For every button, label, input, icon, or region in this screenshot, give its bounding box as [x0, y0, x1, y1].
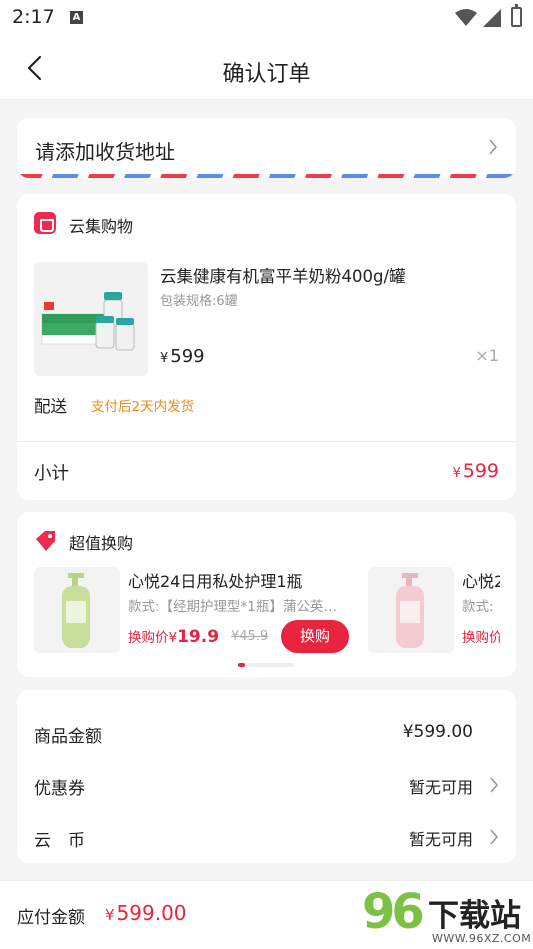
status-bar: 2:17 A	[0, 0, 533, 36]
exchange-card: 超值换购 心悦24日用私处护理1瓶 款式:【经期护理型*1瓶】蒲公英… 换购价¥…	[17, 512, 516, 677]
shop-name: 云集购物	[69, 217, 134, 236]
carousel-indicator-active	[238, 663, 245, 667]
watermark-logo-number: 96	[362, 884, 425, 940]
exchange-price-label: 换购价	[128, 630, 169, 646]
bottle-icon	[62, 573, 90, 648]
exchange-item-name[interactable]: 心悦24日用私处护理1瓶	[128, 568, 303, 592]
currency-symbol: ¥	[168, 630, 178, 646]
divider	[17, 441, 516, 442]
carousel-indicator	[238, 663, 294, 667]
exchange-buy-button[interactable]: 换购	[281, 620, 349, 653]
payable-amount-value: 599.00	[116, 901, 187, 925]
status-time: 2:17	[12, 6, 55, 28]
exchange-price-label: 换购价	[462, 630, 500, 646]
exchange-item-name[interactable]: 心悦2	[462, 568, 500, 592]
page-title: 确认订单	[222, 62, 311, 87]
goods-amount-value: ¥599.00	[402, 722, 473, 742]
goods-amount-row: 商品金额 ¥599.00	[34, 722, 499, 752]
bottle-icon	[396, 573, 424, 648]
shopping-bag-icon	[34, 212, 56, 234]
goods-amount-label: 商品金额	[34, 727, 102, 747]
add-address-label: 请添加收货地址	[35, 140, 175, 164]
coupon-row[interactable]: 优惠券 暂无可用	[34, 774, 499, 804]
chevron-right-icon	[490, 777, 499, 793]
exchange-item-spec: 款式:【经期护理型*1瓶】蒲公英…	[128, 599, 337, 615]
chevron-right-icon	[489, 139, 498, 155]
battery-icon	[511, 4, 522, 27]
exchange-item-2-clip: 心悦2 款式: 换购价	[447, 562, 500, 662]
product-price: ¥599	[160, 346, 205, 367]
exchange-item-image[interactable]	[368, 567, 454, 653]
product-image[interactable]	[34, 262, 148, 376]
subtotal-value: ¥599	[452, 460, 499, 482]
header-bar: 确认订单	[0, 36, 533, 100]
exchange-price-value: 19.9	[177, 627, 220, 647]
coupon-label: 优惠券	[34, 779, 85, 799]
cloud-coin-row[interactable]: 云 币 暂无可用	[34, 826, 499, 856]
product-price-value: 599	[170, 346, 205, 367]
exchange-item-image[interactable]	[34, 567, 120, 653]
notification-a-icon: A	[70, 11, 83, 24]
product-quantity: ×1	[475, 346, 499, 365]
currency-symbol: ¥	[105, 906, 115, 924]
delivery-value: 支付后2天内发货	[91, 399, 195, 415]
coupon-value: 暂无可用	[408, 778, 473, 797]
signal-icon	[483, 9, 501, 27]
subtotal-amount: 599	[462, 460, 499, 482]
currency-symbol: ¥	[160, 351, 169, 366]
cloud-coin-label: 云 币	[34, 831, 85, 851]
cloud-coin-value: 暂无可用	[408, 830, 473, 849]
subtotal-label: 小计	[34, 464, 69, 484]
milk-powder-product-icon	[41, 292, 135, 351]
watermark-logo-text: 下载站	[428, 898, 521, 934]
product-name[interactable]: 云集健康有机富平羊奶粉400g/罐	[160, 263, 406, 287]
price-summary-card: 商品金额 ¥599.00 优惠券 暂无可用 云 币 暂无可用	[17, 690, 516, 863]
currency-symbol: ¥	[452, 466, 461, 481]
order-card: 云集购物 云集健康有机富平羊奶粉400g/罐 包装规格:6罐 ¥599 ×1 配…	[17, 194, 516, 500]
price-tag-icon	[36, 531, 55, 551]
exchange-item-price: 换购价¥19.9	[128, 626, 219, 647]
payable-label: 应付金额	[17, 908, 85, 928]
product-spec: 包装规格:6罐	[160, 294, 238, 309]
payable-amount: ¥599.00	[105, 901, 187, 925]
exchange-original-price: ¥45.9	[231, 629, 269, 644]
add-address-card[interactable]: 请添加收货地址	[17, 118, 516, 178]
envelope-stripe	[17, 174, 516, 178]
site-watermark: 96 下载站 WWW.96XZ.COM	[362, 884, 533, 949]
exchange-title: 超值换购	[69, 534, 134, 553]
chevron-right-icon	[490, 829, 499, 845]
delivery-label: 配送	[34, 397, 67, 416]
wifi-icon	[455, 9, 477, 26]
exchange-item-spec: 款式:	[462, 599, 494, 615]
watermark-url: WWW.96XZ.COM	[432, 932, 532, 945]
